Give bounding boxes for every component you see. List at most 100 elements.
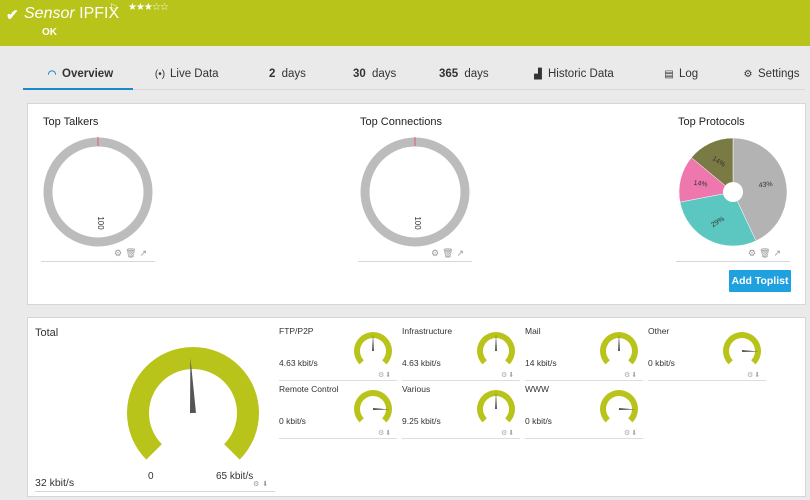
add-toplist-button[interactable]: Add Toplist	[729, 270, 791, 292]
channel-gauge-dial	[723, 332, 761, 365]
gauge-actions[interactable]: ⚙⬇	[501, 429, 515, 437]
channel-gauge[interactable]: FTP/P2P 4.63 kbit/s ⚙⬇	[279, 326, 397, 381]
channel-name: Other	[648, 326, 670, 336]
toplist-actions[interactable]: ⚙🗑↗	[114, 248, 150, 259]
channel-gauge-dial	[477, 332, 515, 365]
channel-value: 0 kbit/s	[525, 416, 552, 426]
top-talkers-chart[interactable]: 100	[41, 135, 155, 249]
toplists-panel: Top Talkers 100 ⚙🗑↗ Top Connections 100 …	[27, 103, 806, 305]
gauge-actions[interactable]: ⚙⬇	[624, 429, 638, 437]
channel-name: Remote Control	[279, 384, 339, 394]
divider	[279, 438, 397, 439]
divider	[525, 438, 643, 439]
gauge-actions[interactable]: ⚙⬇	[253, 480, 271, 488]
protocol-pie[interactable]: 43%29%14%14%	[676, 135, 790, 249]
tab-label: days	[281, 68, 306, 80]
top-protocols-chart[interactable]: 43% 29% 14% 14%	[676, 135, 790, 249]
gauge-actions[interactable]: ⚙⬇	[624, 371, 638, 379]
sensor-header: ✔ Sensor IPFIX ⚐ ★★★☆☆ OK	[0, 0, 810, 46]
gauge-arc	[354, 390, 392, 423]
gear-icon: ⚙	[743, 69, 753, 80]
gauge-actions[interactable]: ⚙⬇	[501, 371, 515, 379]
tab-365-days[interactable]: 365 days	[439, 68, 489, 80]
tab-30-days[interactable]: 30 days	[353, 68, 396, 80]
divider	[676, 261, 790, 262]
divider	[648, 380, 766, 381]
gauge-actions[interactable]: ⚙⬇	[378, 371, 392, 379]
channel-name: Mail	[525, 326, 541, 336]
tab-number: 2	[269, 68, 276, 80]
tab-live-data[interactable]: (•) Live Data	[153, 68, 219, 80]
tab-settings[interactable]: ⚙ Settings	[741, 68, 800, 80]
channel-value: 0 kbit/s	[648, 358, 675, 368]
channel-value: 4.63 kbit/s	[279, 358, 318, 368]
channel-gauge[interactable]: Other 0 kbit/s ⚙⬇	[648, 326, 766, 381]
tab-number: 365	[439, 68, 459, 80]
gauge-min: 0	[148, 471, 154, 482]
historic-data-icon: ▟	[534, 69, 542, 80]
channel-name: FTP/P2P	[279, 326, 314, 336]
channel-name: WWW	[525, 384, 550, 394]
divider	[279, 380, 397, 381]
divider	[402, 438, 520, 439]
divider	[358, 261, 472, 262]
channel-value: 0 kbit/s	[279, 416, 306, 426]
channel-gauge[interactable]: Various 9.25 kbit/s ⚙⬇	[402, 384, 520, 439]
priority-stars[interactable]: ★★★☆☆	[128, 2, 169, 13]
tab-label: days	[464, 68, 489, 80]
log-icon: ▤	[664, 69, 674, 80]
gauges-panel: Total 0 65 kbit/s ⚙⬇ 32 kbit/s FTP/P2P 4.…	[27, 317, 806, 497]
channel-name: Various	[402, 384, 431, 394]
channel-gauge-dial	[354, 332, 392, 365]
channel-gauge-dial	[477, 390, 515, 423]
tab-label: Historic Data	[548, 68, 614, 80]
tab-2-days[interactable]: 2 days	[269, 68, 306, 80]
top-connections-chart[interactable]: 100	[358, 135, 472, 249]
total-gauge[interactable]	[113, 333, 273, 473]
flag-icon[interactable]: ⚐	[109, 3, 118, 14]
check-icon: ✔	[6, 7, 19, 24]
gauge-arc	[600, 390, 638, 423]
sensor-type: Sensor	[24, 5, 75, 22]
gauge-arc	[723, 332, 761, 365]
tab-label: Settings	[758, 68, 800, 80]
pie-center-hole	[723, 182, 743, 202]
channel-value: 14 kbit/s	[525, 358, 557, 368]
tab-label: Live Data	[170, 68, 219, 80]
gauge-actions[interactable]: ⚙⬇	[378, 429, 392, 437]
donut-value-label: 100	[413, 216, 422, 230]
channel-gauge-dial	[600, 332, 638, 365]
sensor-title: Sensor IPFIX	[24, 5, 119, 23]
tab-overview[interactable]: ◠ Overview	[45, 68, 114, 80]
tab-label: days	[372, 68, 397, 80]
divider	[35, 491, 275, 492]
channel-gauge[interactable]: Infrastructure 4.63 kbit/s ⚙⬇	[402, 326, 520, 381]
tab-historic-data[interactable]: ▟ Historic Data	[531, 68, 614, 80]
channel-value: 4.63 kbit/s	[402, 358, 441, 368]
tab-log[interactable]: ▤ Log	[662, 68, 698, 80]
total-label: Total	[35, 327, 59, 339]
divider	[402, 380, 520, 381]
top-connections-title: Top Connections	[360, 116, 442, 128]
gauge-max: 65 kbit/s	[216, 471, 254, 482]
toplist-actions[interactable]: ⚙🗑↗	[748, 248, 784, 259]
tab-number: 30	[353, 68, 366, 80]
status-text: OK	[42, 27, 57, 38]
tab-bar: ◠ Overview (•) Live Data 2 days 30 days 36…	[23, 62, 805, 90]
gauge-actions[interactable]: ⚙⬇	[747, 371, 761, 379]
channel-gauge[interactable]: Mail 14 kbit/s ⚙⬇	[525, 326, 643, 381]
channel-gauge[interactable]: Remote Control 0 kbit/s ⚙⬇	[279, 384, 397, 439]
donut-value-label: 100	[96, 216, 105, 230]
channel-gauge[interactable]: WWW 0 kbit/s ⚙⬇	[525, 384, 643, 439]
tab-label: Overview	[62, 68, 114, 80]
total-value: 32 kbit/s	[35, 477, 75, 489]
divider	[525, 380, 643, 381]
channel-gauge-dial	[600, 390, 638, 423]
channel-name: Infrastructure	[402, 326, 453, 336]
top-protocols-title: Top Protocols	[678, 116, 745, 128]
live-data-icon: (•)	[154, 69, 166, 80]
toplist-actions[interactable]: ⚙🗑↗	[431, 248, 467, 259]
divider	[41, 261, 155, 262]
top-talkers-title: Top Talkers	[43, 116, 99, 128]
channel-value: 9.25 kbit/s	[402, 416, 441, 426]
